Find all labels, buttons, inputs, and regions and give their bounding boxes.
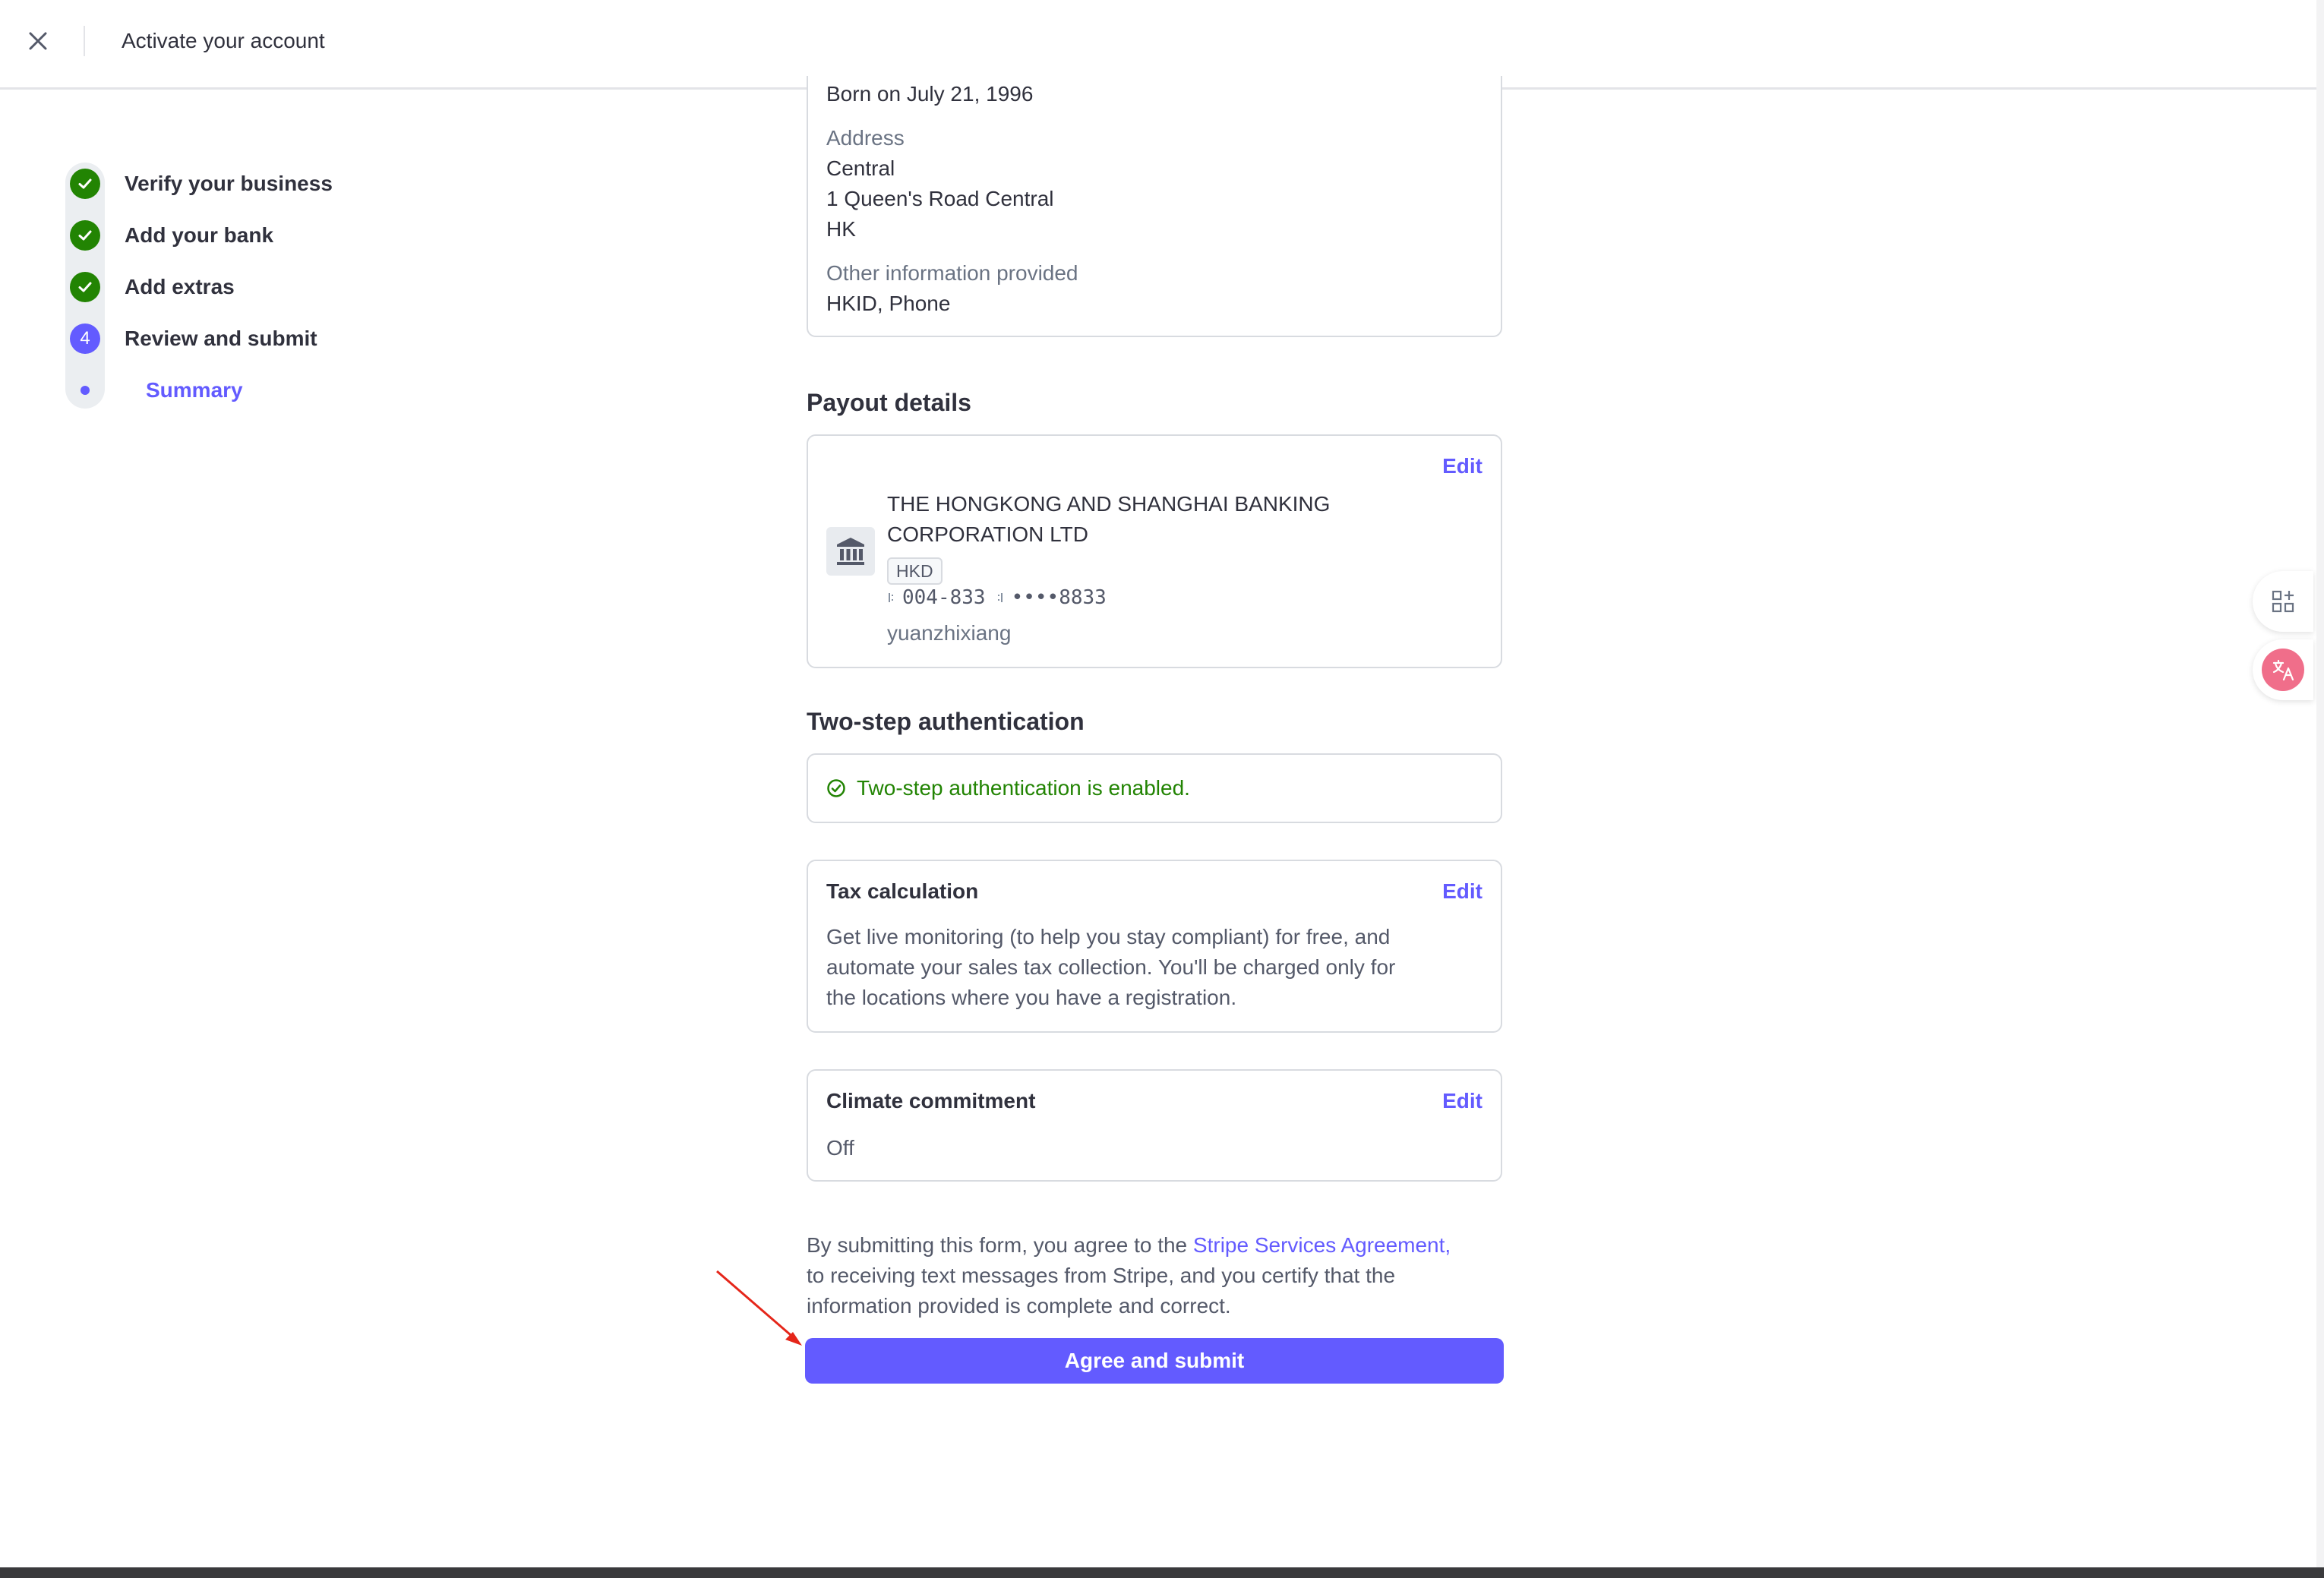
grid-add-icon bbox=[2272, 590, 2294, 613]
close-button[interactable] bbox=[23, 26, 53, 56]
check-icon bbox=[70, 272, 100, 302]
page-title: Activate your account bbox=[122, 29, 325, 52]
legal-line: information provided is complete and cor… bbox=[807, 1294, 1231, 1318]
routing-number: 004-833 bbox=[902, 586, 986, 609]
step-number-badge: 4 bbox=[70, 323, 100, 354]
account-icon bbox=[997, 593, 1003, 602]
legal-line: to receiving text messages from Stripe, … bbox=[807, 1264, 1396, 1287]
bank-name-line2: CORPORATION LTD bbox=[887, 522, 1088, 546]
bank-icon bbox=[826, 527, 875, 576]
address-label: Address bbox=[826, 126, 905, 150]
header-divider bbox=[84, 26, 85, 56]
legal-prefix: By submitting this form, you agree to th… bbox=[807, 1233, 1193, 1257]
tax-edit-link[interactable]: Edit bbox=[1442, 879, 1482, 904]
step-review-submit[interactable]: 4 Review and submit bbox=[65, 319, 317, 358]
step-label: Review and submit bbox=[125, 327, 317, 350]
check-circle-icon bbox=[827, 779, 845, 797]
address-line: 1 Queen's Road Central bbox=[826, 187, 1054, 210]
personal-details-card: Born on July 21, 1996 Address Central 1 … bbox=[807, 76, 1502, 337]
payout-card: Edit THE HONGKONG AND SHANGHAI BANKING C… bbox=[807, 434, 1502, 668]
app-window: Activate your account Verify your busine… bbox=[0, 0, 2324, 1578]
birth-date: Born on July 21, 1996 bbox=[826, 82, 1034, 106]
address-line: Central bbox=[826, 156, 895, 180]
tax-description: Get live monitoring (to help you stay co… bbox=[826, 925, 1391, 948]
payout-edit-link[interactable]: Edit bbox=[1442, 454, 1482, 478]
address-line: HK bbox=[826, 217, 856, 241]
step-verify-business[interactable]: Verify your business bbox=[65, 164, 333, 204]
other-info-value: HKID, Phone bbox=[826, 292, 951, 315]
translate-icon bbox=[2262, 649, 2304, 691]
widget-button[interactable] bbox=[2253, 571, 2313, 632]
step-add-extras[interactable]: Add extras bbox=[65, 267, 235, 307]
currency-badge: HKD bbox=[887, 557, 943, 585]
check-icon bbox=[70, 169, 100, 199]
climate-title: Climate commitment bbox=[826, 1089, 1036, 1112]
step-label: Summary bbox=[146, 378, 243, 402]
other-info-label: Other information provided bbox=[826, 261, 1078, 285]
scrollbar-track[interactable] bbox=[2316, 0, 2324, 1578]
step-label: Add extras bbox=[125, 275, 235, 298]
step-summary[interactable]: Summary bbox=[65, 371, 243, 410]
tax-title: Tax calculation bbox=[826, 879, 979, 903]
tax-description: automate your sales tax collection. You'… bbox=[826, 955, 1396, 979]
step-label: Add your bank bbox=[125, 223, 274, 247]
agree-submit-button[interactable]: Agree and submit bbox=[805, 1338, 1504, 1384]
annotation-arrow bbox=[716, 1270, 802, 1346]
check-icon bbox=[70, 220, 100, 251]
step-label: Verify your business bbox=[125, 172, 333, 195]
window-bottom-edge bbox=[0, 1567, 2324, 1578]
substep-dot bbox=[81, 386, 90, 395]
account-holder: yuanzhixiang bbox=[887, 621, 1012, 645]
services-agreement-link[interactable]: Stripe Services Agreement, bbox=[1193, 1233, 1451, 1257]
two-step-status: Two-step authentication is enabled. bbox=[857, 776, 1190, 800]
account-numbers: 004-833 ••••8833 bbox=[887, 586, 1107, 609]
payout-section-title: Payout details bbox=[807, 389, 971, 416]
climate-value: Off bbox=[826, 1136, 854, 1160]
account-number: ••••8833 bbox=[1011, 586, 1107, 609]
routing-icon bbox=[889, 593, 893, 602]
legal-text: By submitting this form, you agree to th… bbox=[807, 1230, 1502, 1321]
translate-button[interactable] bbox=[2253, 639, 2313, 700]
climate-card: Climate commitment Edit Off bbox=[807, 1069, 1502, 1182]
tax-description: the locations where you have a registrat… bbox=[826, 986, 1237, 1009]
climate-edit-link[interactable]: Edit bbox=[1442, 1089, 1482, 1113]
tax-card: Tax calculation Edit Get live monitoring… bbox=[807, 860, 1502, 1033]
close-icon bbox=[29, 32, 47, 50]
two-step-section-title: Two-step authentication bbox=[807, 708, 1085, 735]
two-step-card: Two-step authentication is enabled. bbox=[807, 753, 1502, 823]
bank-name-line1: THE HONGKONG AND SHANGHAI BANKING bbox=[887, 492, 1331, 516]
step-add-bank[interactable]: Add your bank bbox=[65, 216, 273, 255]
